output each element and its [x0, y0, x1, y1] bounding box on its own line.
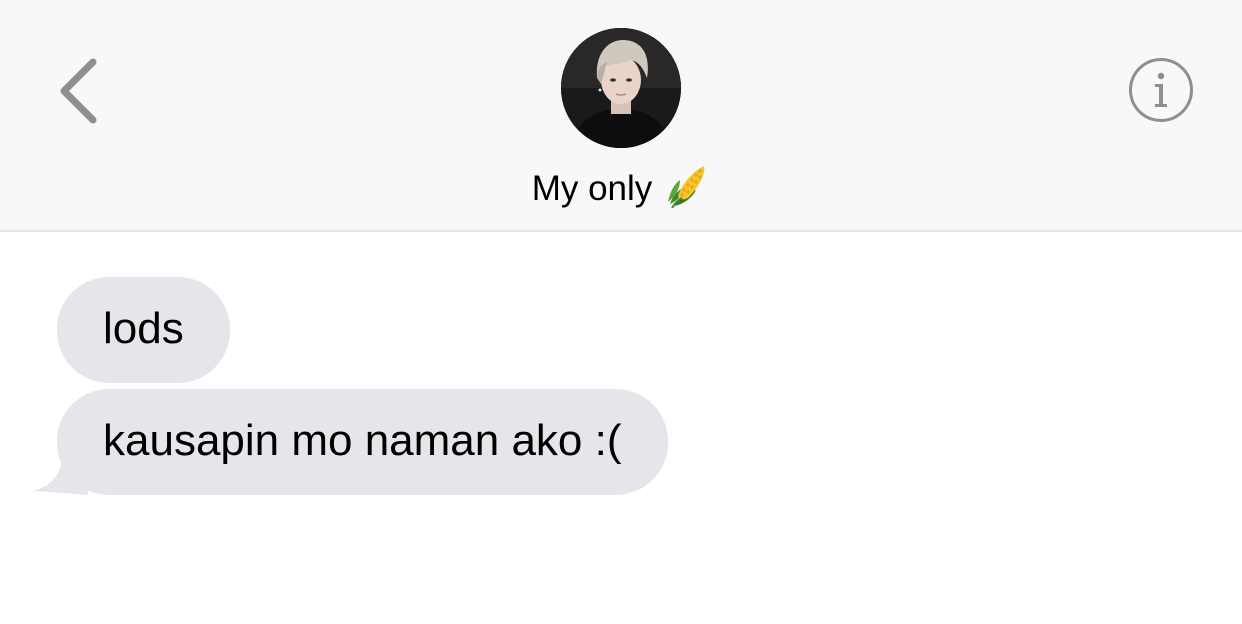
info-button[interactable]	[1128, 57, 1194, 123]
message-text: lods	[103, 304, 184, 353]
bubble-tail	[32, 440, 88, 495]
back-button[interactable]	[50, 55, 110, 125]
contact-name-row[interactable]: My only	[0, 162, 1242, 211]
info-icon	[1129, 58, 1193, 122]
message-text: kausapin mo naman ako :(	[103, 416, 622, 465]
contact-avatar[interactable]	[561, 28, 681, 148]
conversation-header: My only	[0, 0, 1242, 232]
message-bubble-incoming[interactable]: lods	[57, 277, 230, 383]
chevron-left-icon	[60, 58, 97, 124]
corn-icon	[664, 162, 710, 208]
contact-name: My only	[531, 169, 653, 208]
message-bubble-incoming[interactable]: kausapin mo naman ako :(	[57, 389, 668, 495]
